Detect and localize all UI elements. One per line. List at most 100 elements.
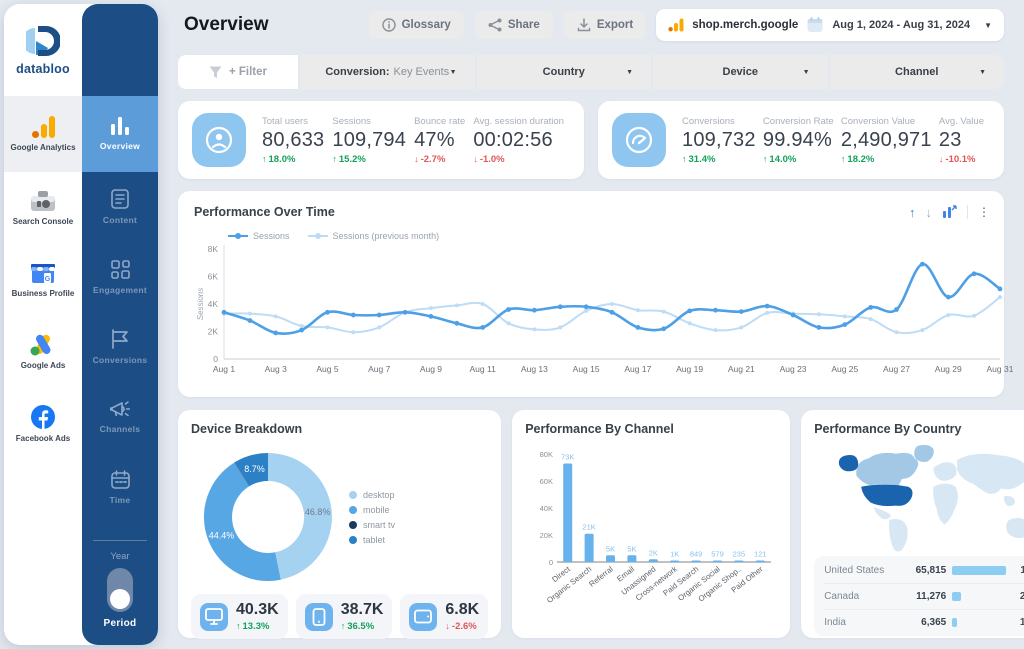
main-content: Overview Glossary Share Export shop.merch.…: [166, 0, 1024, 649]
filter-dropdown-label: Country: [542, 66, 585, 78]
nav-item-label: Overview: [99, 141, 141, 151]
country-row[interactable]: India6,36513.0%↑: [824, 609, 1024, 635]
export-button[interactable]: Export: [563, 11, 647, 39]
sort-up-icon[interactable]: ↑: [909, 206, 916, 219]
metric-value: 109,732: [682, 128, 756, 151]
glossary-button[interactable]: Glossary: [368, 11, 464, 39]
metric-value: 2,490,971: [840, 128, 932, 151]
delta-badge: ↓ -2.7%: [414, 153, 446, 165]
donut-legend-item[interactable]: tablet: [349, 535, 395, 545]
svg-text:579: 579: [711, 550, 724, 559]
nav-item-time[interactable]: Time: [82, 452, 158, 522]
left-rail: databloo Google Analytics Search Console G…: [4, 4, 158, 645]
sidebar-item-search-console[interactable]: Search Console: [4, 172, 82, 244]
nav-item-overview[interactable]: Overview: [82, 96, 158, 172]
sidebar-item-business-profile[interactable]: G Business Profile: [4, 244, 82, 316]
kpi-metrics: Total users 80,633 ↑ 18.0% Sessions 109,794 ↑ 1…: [262, 116, 570, 165]
metric-label: Total users: [262, 115, 308, 127]
filter-dropdown-conversion[interactable]: Conversion: Key Events ▼: [300, 55, 475, 89]
country-row[interactable]: United States65,81511.2%↑: [824, 557, 1024, 583]
megaphone-icon: [110, 400, 130, 418]
toggle-knob[interactable]: [110, 589, 130, 609]
metric-label: Sessions: [332, 115, 371, 127]
filter-dropdown-device[interactable]: Device ▼: [653, 55, 828, 89]
filter-dropdown-channel[interactable]: Channel ▼: [829, 55, 1004, 89]
legend-item[interactable]: Sessions: [228, 231, 290, 241]
nav-item-conversions[interactable]: Conversions: [82, 312, 158, 382]
svg-text:1K: 1K: [670, 550, 679, 559]
world-map[interactable]: [814, 438, 1024, 556]
tablet-icon: [414, 608, 433, 625]
chevron-down-icon: ▼: [979, 68, 986, 76]
share-button[interactable]: Share: [474, 11, 553, 39]
share-icon: [488, 18, 502, 32]
device-stats: 40.3K ↑ 13.3% 38.7K ↑ 36.5% 6.8K ↓ -2.6%: [191, 594, 489, 639]
legend-label: smart tv: [363, 519, 396, 530]
svg-text:2K: 2K: [649, 548, 658, 557]
chart-type-icon[interactable]: [942, 205, 957, 219]
device-breakdown-title: Device Breakdown: [191, 422, 303, 436]
nav-item-content[interactable]: Content: [82, 172, 158, 242]
filter-dropdown-country[interactable]: Country ▼: [476, 55, 651, 89]
source-sidebar: databloo Google Analytics Search Console G…: [4, 4, 82, 645]
donut-legend-item[interactable]: smart tv: [349, 520, 395, 530]
svg-text:Aug 1: Aug 1: [213, 364, 235, 374]
arrow-down-icon: ↓: [414, 153, 419, 164]
legend-item[interactable]: Sessions (previous month): [307, 231, 439, 241]
arrow-up-icon: ↑: [682, 153, 687, 164]
country-bar-zone: [952, 592, 1006, 601]
divider: [93, 540, 147, 541]
metric-label: Conversions: [682, 115, 735, 127]
chevron-down-icon: ▼: [449, 68, 457, 76]
delta-badge: ↑ 14.0%: [762, 153, 797, 165]
sort-down-icon[interactable]: ↓: [926, 206, 933, 219]
bar-chart[interactable]: 0 20K 40K 60K 80K 73K Direct 21K Organic Search 5…: [525, 440, 777, 626]
add-filter-button[interactable]: + Filter: [178, 55, 298, 89]
user-icon: [205, 126, 233, 154]
arrow-up-icon: ↑: [236, 621, 241, 631]
nav-item-channels[interactable]: Channels: [82, 382, 158, 452]
sidebar-item-google-analytics[interactable]: Google Analytics: [4, 96, 82, 172]
filter-dropdown-label: Conversion:: [325, 66, 390, 78]
nav-item-engagement[interactable]: Engagement: [82, 242, 158, 312]
svg-text:Aug 25: Aug 25: [831, 364, 858, 374]
google-ads-icon: [30, 333, 56, 356]
period-toggle[interactable]: [107, 568, 133, 612]
nav-item-label: Time: [109, 494, 131, 505]
sidebar-item-google-ads[interactable]: Google Ads: [4, 316, 82, 388]
svg-text:20K: 20K: [540, 531, 553, 540]
svg-text:Aug 5: Aug 5: [316, 364, 338, 374]
kebab-menu-icon[interactable]: ⋮: [978, 205, 990, 219]
donut-legend-item[interactable]: desktop: [349, 490, 395, 500]
sidebar-item-facebook-ads[interactable]: Facebook Ads: [4, 388, 82, 460]
donut-legend-item[interactable]: mobile: [349, 505, 395, 515]
business-profile-icon: G: [30, 261, 56, 284]
topbar: Overview Glossary Share Export shop.merch.…: [178, 8, 1004, 42]
donut-chart[interactable]: 46.8% 44.4% 8.7%: [191, 440, 345, 594]
svg-text:73K: 73K: [561, 453, 574, 462]
svg-text:8.7%: 8.7%: [244, 464, 265, 474]
page-title: Overview: [184, 14, 269, 35]
device-stat-tile: 6.8K ↓ -2.6%: [400, 594, 489, 639]
chevron-down-icon[interactable]: ▼: [984, 21, 992, 30]
grid-icon: [110, 259, 130, 279]
kpi-metric: Total users 80,633 ↑ 18.0%: [262, 116, 324, 165]
country-row[interactable]: Canada11,27628.0%↑: [824, 583, 1024, 609]
property-name: shop.merch.google: [692, 19, 799, 31]
country-value: 65,815: [915, 564, 947, 576]
nav-item-label: Channels: [99, 424, 141, 434]
property-date-pill[interactable]: shop.merch.google Aug 1, 2024 - Aug 31, …: [656, 9, 1004, 41]
metric-value: 99.94%: [762, 128, 832, 151]
kpi-metric: Conversion Value 2,490,971 ↑ 18.2%: [841, 116, 932, 165]
line-chart[interactable]: 0 2K 4K 6K 8K Sessions Aug 1 Aug 3 Aug 5 Aug 7 Aug…: [194, 241, 1014, 391]
device-stat-icon: [304, 602, 333, 631]
arrow-up-icon: ↑: [262, 153, 267, 164]
brand-logo[interactable]: databloo: [4, 4, 82, 96]
device-stat-values: 40.3K ↑ 13.3%: [236, 601, 279, 632]
country-name: India: [824, 617, 846, 628]
metric-label: Avg. session duration: [473, 115, 564, 127]
legend-dot: [349, 505, 357, 514]
export-label: Export: [596, 19, 634, 31]
performance-by-country-card: Performance By Country United States 65,…: [801, 410, 1024, 638]
kpi-metric: Bounce rate 47% ↓ -2.7%: [414, 116, 465, 165]
